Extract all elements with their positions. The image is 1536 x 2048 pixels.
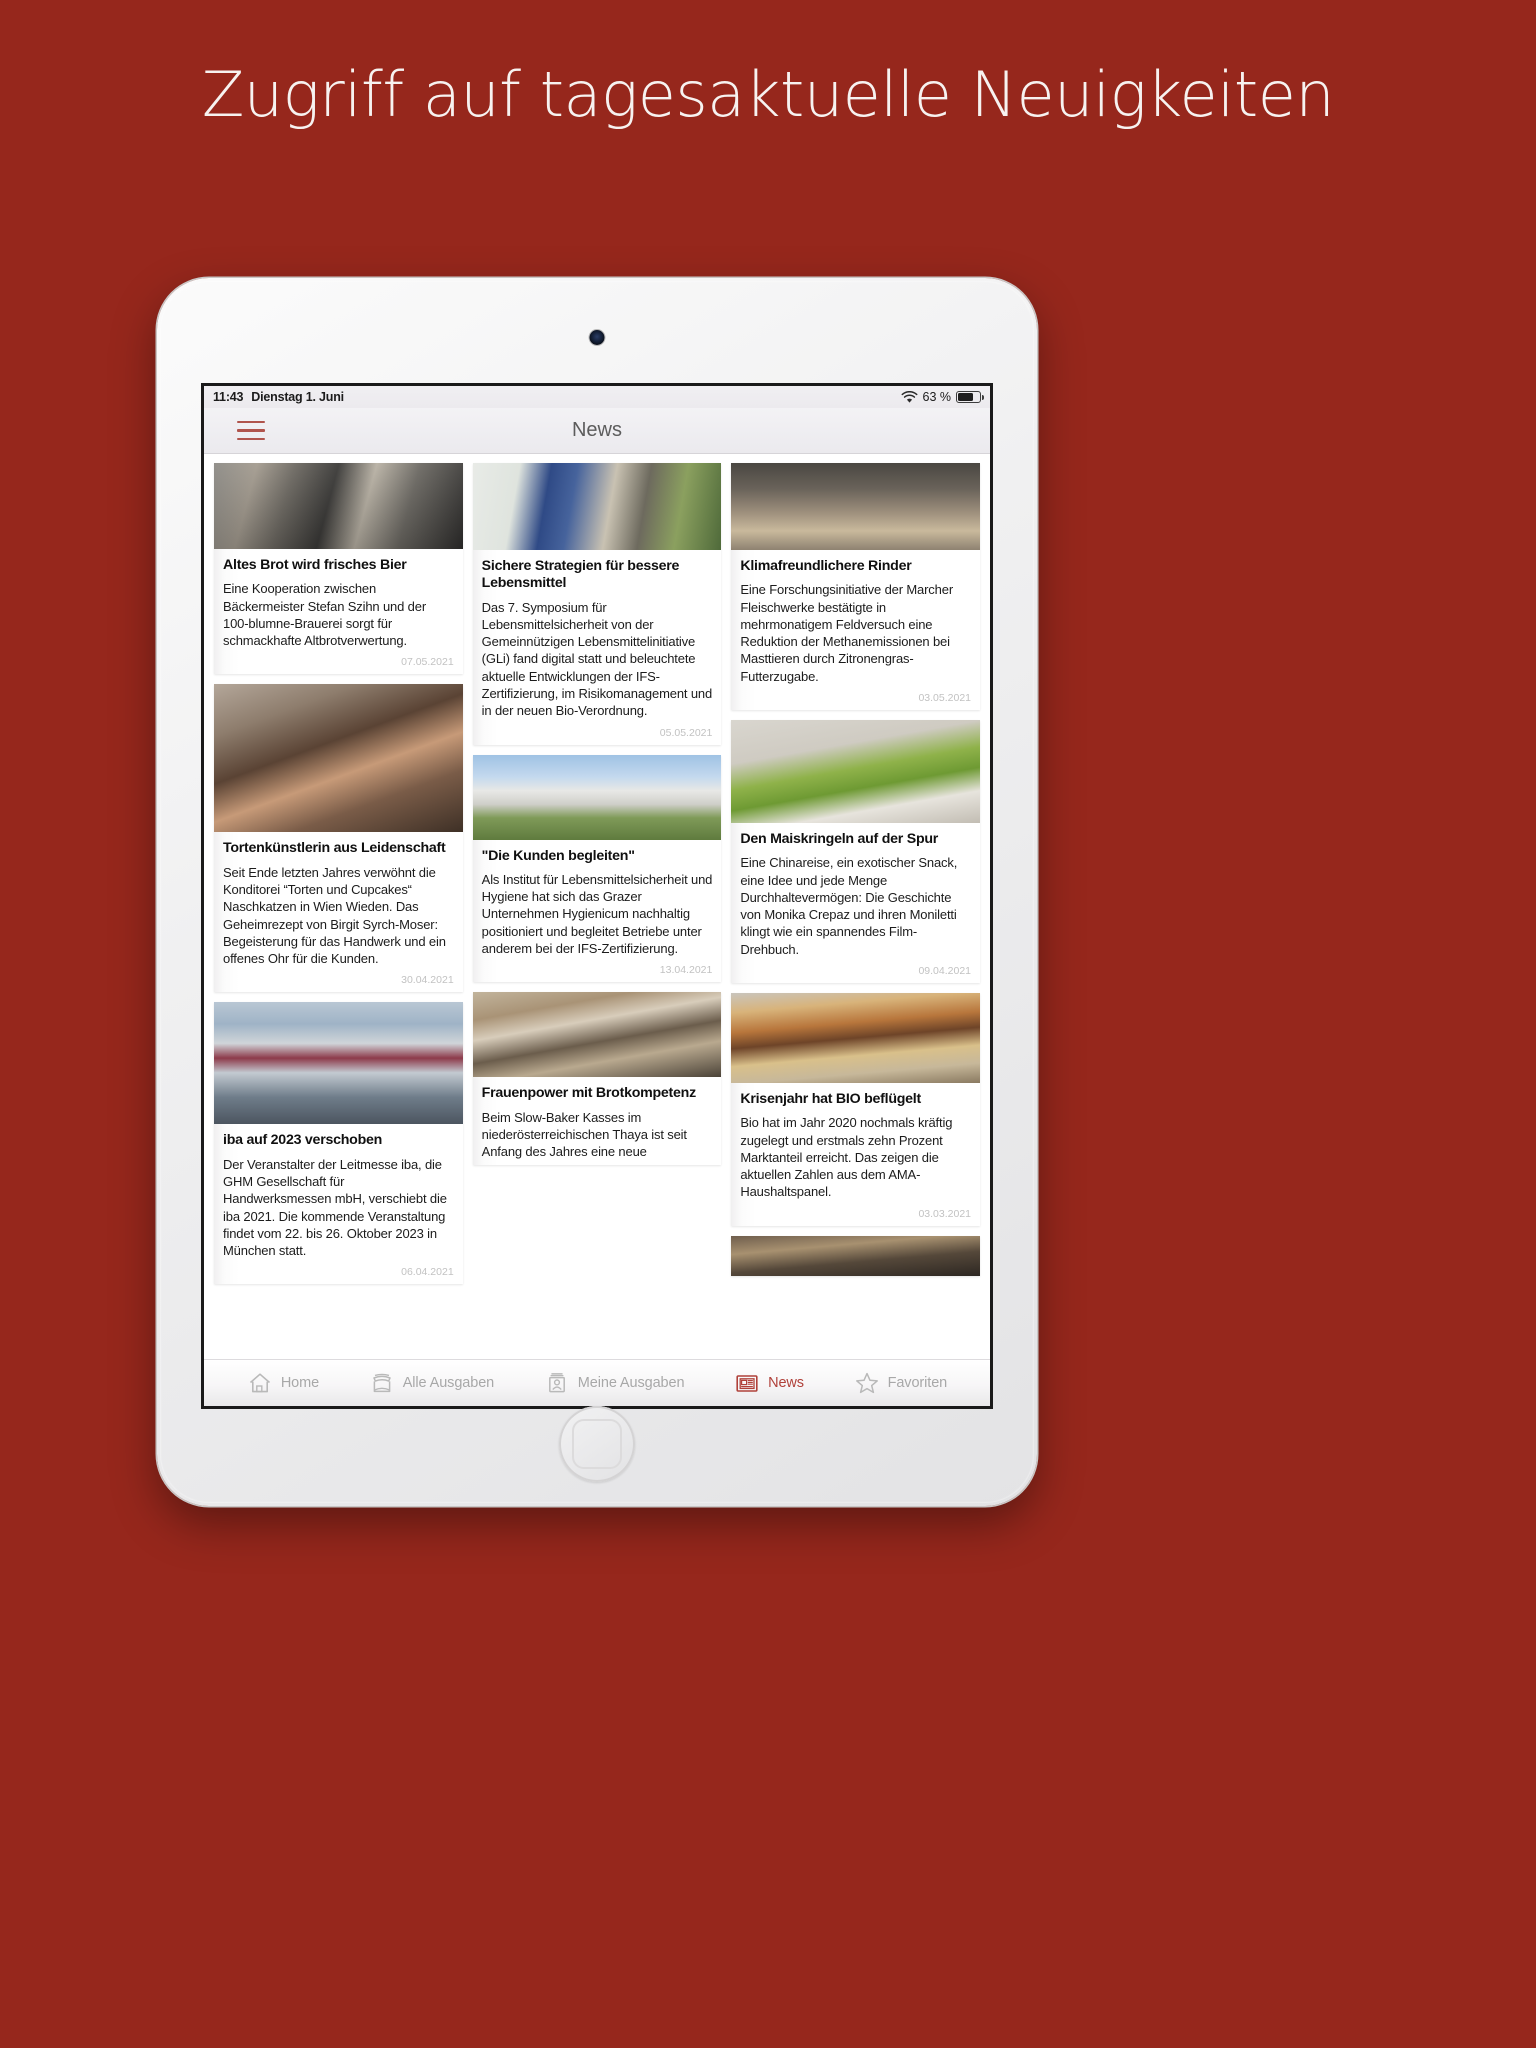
status-time: 11:43	[213, 390, 244, 404]
tab-label: Alle Ausgaben	[402, 1375, 495, 1391]
app-navigation-bar: News	[204, 408, 990, 454]
news-card[interactable]: Krisenjahr hat BIO beflügelt Bio hat im …	[731, 993, 981, 1226]
battery-percent-label: 63 %	[922, 390, 952, 404]
news-card[interactable]: Sichere Strategien für bessere Lebensmit…	[472, 463, 722, 745]
news-column-1: Altes Brot wird frisches Bier Eine Koope…	[214, 463, 463, 1359]
tab-label: Favoriten	[887, 1375, 948, 1391]
news-card[interactable]: Altes Brot wird frisches Bier Eine Koope…	[214, 463, 463, 675]
status-bar: 11:43 Dienstag 1. Juni 63 %	[204, 386, 990, 408]
tab-news[interactable]: News	[734, 1370, 804, 1396]
news-card-image	[731, 1235, 981, 1276]
news-card-title: Tortenkünstlerin aus Leidenschaft	[223, 840, 446, 857]
news-card-text: Eine Chinareise, ein exotischer Snack, e…	[740, 855, 958, 957]
news-card-image	[731, 463, 981, 550]
news-card-title: Klimafreundlichere Rinder	[740, 558, 912, 574]
wifi-icon	[901, 390, 917, 403]
promo-headline: Zugriff auf tagesaktuelle Neuigkeiten	[201, 58, 1335, 131]
news-card-image	[472, 463, 722, 550]
news-card-image	[214, 684, 463, 833]
news-card-image	[214, 463, 463, 549]
news-card-title: "Die Kunden begleiten"	[481, 847, 635, 864]
news-card-text: Bio hat im Jahr 2020 nochmals kräftig zu…	[740, 1115, 953, 1200]
news-card[interactable]: Klimafreundlichere Rinder Eine Forschung…	[731, 463, 981, 710]
news-card-image	[472, 992, 722, 1078]
tab-alle-ausgaben[interactable]: Alle Ausgaben	[369, 1370, 494, 1396]
kiosk-icon	[372, 1373, 391, 1393]
news-card-title: Sichere Strategien für bessere Lebensmit…	[481, 558, 680, 592]
page-title: News	[571, 419, 623, 441]
tablet-device-frame: 11:43 Dienstag 1. Juni 63 % News Altes B…	[157, 278, 1037, 1506]
news-card-text: Als Institut für Lebensmittelsicherheit …	[481, 871, 713, 957]
news-card-text: Der Veranstalter der Leitmesse iba, die …	[223, 1156, 447, 1259]
home-icon	[249, 1373, 270, 1393]
star-icon	[855, 1372, 878, 1394]
tab-favoriten[interactable]: Favoriten	[854, 1370, 948, 1396]
hamburger-menu-icon[interactable]	[237, 420, 265, 441]
tab-label: Meine Ausgaben	[577, 1375, 685, 1391]
device-screen: 11:43 Dienstag 1. Juni 63 % News Altes B…	[204, 386, 990, 1406]
news-card-date: 03.05.2021	[918, 692, 972, 704]
bottom-tab-bar: Home Alle Ausgaben Meine Ausgaben News F…	[204, 1359, 990, 1406]
news-card-title: Den Maiskringeln auf der Spur	[740, 831, 939, 847]
news-card-image	[472, 754, 722, 840]
news-card[interactable]: Den Maiskringeln auf der Spur Eine China…	[731, 720, 981, 983]
news-column-2: Sichere Strategien für bessere Lebensmit…	[472, 463, 722, 1359]
front-camera-icon	[589, 330, 605, 345]
status-date: Dienstag 1. Juni	[251, 390, 344, 404]
news-card[interactable]: iba auf 2023 verschoben Der Veranstalter…	[214, 1002, 463, 1285]
news-card-image	[214, 1002, 463, 1125]
news-column-3: Klimafreundlichere Rinder Eine Forschung…	[731, 463, 981, 1359]
news-card-date: 03.03.2021	[918, 1207, 972, 1220]
news-card-title: Frauenpower mit Brotkompetenz	[481, 1085, 697, 1102]
tab-label: Home	[280, 1375, 320, 1391]
news-card-date: 07.05.2021	[401, 656, 454, 669]
news-card-image	[731, 720, 981, 823]
news-card-date: 05.05.2021	[659, 726, 713, 739]
tab-home[interactable]: Home	[247, 1370, 319, 1396]
newspaper-icon	[736, 1375, 758, 1392]
person-card-icon	[548, 1373, 565, 1393]
news-card-image	[731, 993, 981, 1083]
news-card-text: Das 7. Symposium für Lebensmittelsicherh…	[481, 599, 713, 719]
news-card[interactable]: "Die Kunden begleiten" Als Institut für …	[472, 754, 722, 983]
home-button[interactable]	[559, 1406, 635, 1482]
news-card-text: Eine Kooperation zwischen Bäckermeister …	[223, 581, 427, 649]
news-card-date: 13.04.2021	[659, 964, 713, 977]
battery-icon	[956, 391, 984, 403]
news-card[interactable]: Frauenpower mit Brotkompetenz Beim Slow-…	[472, 992, 722, 1166]
news-card-date: 30.04.2021	[401, 974, 454, 987]
news-card-title: Krisenjahr hat BIO beflügelt	[740, 1091, 921, 1107]
tab-meine-ausgaben[interactable]: Meine Ausgaben	[544, 1370, 685, 1396]
news-card-date: 09.04.2021	[918, 965, 972, 977]
news-card-partial[interactable]	[731, 1235, 981, 1276]
news-card-text: Eine Forschungsinitiative der Marcher Fl…	[740, 582, 954, 684]
news-feed[interactable]: Altes Brot wird frisches Bier Eine Koope…	[204, 454, 990, 1359]
news-card[interactable]: Tortenkünstlerin aus Leidenschaft Seit E…	[214, 684, 463, 993]
news-card-date: 06.04.2021	[401, 1266, 454, 1279]
status-indicators: 63 %	[901, 390, 984, 404]
news-card-title: iba auf 2023 verschoben	[223, 1132, 383, 1149]
tab-label: News	[768, 1375, 804, 1391]
news-card-text: Beim Slow-Baker Kasses im niederösterrei…	[481, 1109, 687, 1160]
news-card-text: Seit Ende letzten Jahres verwöhnt die Ko…	[223, 864, 446, 967]
news-card-title: Altes Brot wird frisches Bier	[223, 557, 407, 573]
